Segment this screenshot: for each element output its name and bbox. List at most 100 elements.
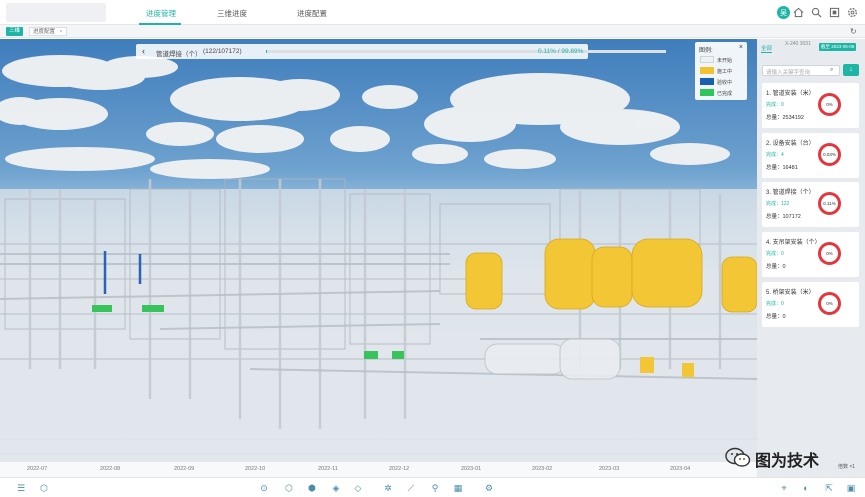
keyword-search-input[interactable]: 请输入关键字查询 bbox=[762, 65, 840, 76]
watermark-text: 图为技术 bbox=[755, 453, 820, 470]
timeline-month: 2022-08 bbox=[100, 466, 121, 472]
timeline-month: 2023-03 bbox=[599, 466, 620, 472]
cube-icon[interactable]: ⬡ bbox=[38, 482, 50, 494]
bottom-toolbar: ☰ ⬡ ⊙ ⬡ ⬢ ◈ ◇ ✲ ⟋ ⚲ ▦ ⚙ ⌖ ◐ ⇱ ▣ bbox=[0, 477, 865, 497]
palette-icon[interactable]: ◐ bbox=[800, 482, 812, 494]
location-icon[interactable]: ⌖ bbox=[778, 482, 790, 494]
tab-date-range[interactable]: X-240 3031 bbox=[785, 41, 811, 47]
legend-label: 验收中 bbox=[717, 80, 733, 86]
timeline-month: 2022-11 bbox=[318, 466, 338, 472]
card-total: 总量：0 bbox=[766, 264, 786, 270]
legend-panel: 图例: × 未开始 施工中 验收中 已完成 bbox=[695, 42, 747, 100]
card-title: 5. 桥架安装（米） bbox=[766, 290, 815, 296]
card-percent-ring: 0% bbox=[818, 242, 841, 265]
tab-all[interactable]: 全部 bbox=[761, 44, 773, 53]
date-badge[interactable]: 截至 2023-05-06 bbox=[819, 43, 857, 51]
settings-gear-icon[interactable] bbox=[846, 6, 859, 19]
card-total: 总量：0 bbox=[766, 314, 786, 320]
stat-card-pipe-install[interactable]: 1. 管道安装（米） 完成：0 总量：2534192 0% bbox=[762, 83, 859, 128]
model-cube-icon[interactable]: ⬡ bbox=[283, 482, 295, 494]
app-logo bbox=[6, 3, 106, 22]
nav-tab-progress-management[interactable]: 进度管理 bbox=[146, 8, 176, 19]
card-done: 完成：4 bbox=[766, 152, 784, 158]
card-done: 完成：0 bbox=[766, 102, 784, 108]
home-icon[interactable] bbox=[792, 6, 805, 19]
card-title: 1. 管道安装（米） bbox=[766, 91, 815, 97]
timeline-scrubber[interactable]: 2022-07 2022-08 2022-09 2022-10 2022-11 … bbox=[0, 462, 757, 477]
stat-card-pipe-welding[interactable]: 3. 管道焊接（个） 完成：122 总量：107172 0.11% bbox=[762, 182, 859, 227]
fullscreen-icon[interactable] bbox=[828, 6, 841, 19]
progress-count: (122/107172) bbox=[203, 48, 242, 55]
legend-close-icon[interactable]: × bbox=[739, 44, 743, 51]
progress-title: 管道焊接（个） bbox=[156, 51, 202, 58]
timeline-month: 2022-07 bbox=[27, 466, 48, 472]
card-percent-ring: 0% bbox=[818, 292, 841, 315]
3d-plant-model bbox=[0, 55, 757, 477]
card-total: 总量：107172 bbox=[766, 214, 801, 220]
legend-label: 未开始 bbox=[717, 58, 733, 64]
export-icon[interactable]: ⇱ bbox=[823, 482, 835, 494]
legend-swatch bbox=[700, 89, 714, 96]
page-tab-bar: 三维 进度配置 × ↻ bbox=[0, 25, 865, 38]
timeline-month: 2022-09 bbox=[174, 466, 195, 472]
section-box-icon[interactable]: ◈ bbox=[330, 482, 342, 494]
card-done: 完成：0 bbox=[766, 301, 784, 307]
layers-icon[interactable]: ☰ bbox=[15, 482, 27, 494]
nav-tab-progress-config[interactable]: 进度配置 bbox=[297, 8, 327, 19]
side-panel-tabs: 全部 X-240 3031 截至 2023-05-06 bbox=[757, 39, 865, 53]
settings-icon[interactable]: ⚙ bbox=[483, 482, 495, 494]
statistics-side-panel: 全部 X-240 3031 截至 2023-05-06 请输入关键字查询 ⌕ ↓… bbox=[757, 39, 865, 477]
timeline-month: 2023-04 bbox=[670, 466, 691, 472]
card-title: 4. 支吊架安装（个） bbox=[766, 240, 821, 246]
card-done: 完成：0 bbox=[766, 251, 784, 257]
card-title: 2. 设备安装（台） bbox=[766, 141, 815, 147]
back-chevron-icon[interactable]: ‹ bbox=[142, 46, 145, 56]
timeline-month: 2022-12 bbox=[389, 466, 410, 472]
timeline-month: 2022-10 bbox=[245, 466, 266, 472]
stat-card-tray-install[interactable]: 5. 桥架安装（米） 完成：0 总量：0 0% bbox=[762, 282, 859, 327]
nav-tab-3d-progress[interactable]: 三维进度 bbox=[217, 8, 247, 19]
card-percent-ring: 0.03% bbox=[818, 143, 841, 166]
legend-title: 图例: bbox=[699, 48, 713, 54]
legend-swatch bbox=[700, 78, 714, 85]
progress-percent: 0.11% / 99.89% bbox=[538, 48, 584, 55]
wechat-logo-icon bbox=[725, 447, 751, 467]
marker-icon[interactable]: ⚲ bbox=[429, 482, 441, 494]
stat-card-equipment-install[interactable]: 2. 设备安装（台） 完成：4 总量：16481 0.03% bbox=[762, 133, 859, 178]
legend-swatch bbox=[700, 56, 714, 63]
legend-swatch bbox=[700, 67, 714, 74]
view-home-icon[interactable]: ⊙ bbox=[258, 482, 270, 494]
grid-icon[interactable]: ▦ bbox=[452, 482, 464, 494]
card-percent-ring: 0% bbox=[818, 93, 841, 116]
progress-track bbox=[266, 50, 666, 53]
card-total: 总量：16481 bbox=[766, 165, 798, 171]
card-percent-ring: 0.11% bbox=[818, 192, 841, 215]
card-title: 3. 管道焊接（个） bbox=[766, 190, 815, 196]
close-icon[interactable]: × bbox=[60, 29, 63, 35]
view-mode-tag[interactable]: 三维 bbox=[6, 27, 24, 36]
card-done: 完成：122 bbox=[766, 201, 790, 207]
progress-fill bbox=[266, 50, 267, 53]
top-navigation-bar: 进度管理 三维进度 进度配置 吴 bbox=[0, 0, 865, 25]
explode-icon[interactable]: ✲ bbox=[382, 482, 394, 494]
refresh-icon[interactable]: ↻ bbox=[850, 27, 857, 36]
progress-bar-panel: ‹ 管道焊接（个） (122/107172) 0.11% / 99.89% bbox=[136, 44, 666, 59]
timeline-month: 2023-01 bbox=[461, 466, 482, 472]
card-total: 总量：2534192 bbox=[766, 115, 804, 121]
stat-card-support-install[interactable]: 4. 支吊架安装（个） 完成：0 总量：0 0% bbox=[762, 232, 859, 277]
camera-icon[interactable]: ▣ bbox=[845, 482, 857, 494]
download-button[interactable]: ↓ bbox=[843, 64, 859, 76]
user-avatar[interactable]: 吴 bbox=[777, 6, 790, 19]
walk-mode-icon[interactable]: ⬢ bbox=[306, 482, 318, 494]
playback-speed[interactable]: 倍数 ×1 bbox=[838, 463, 855, 470]
measure-icon[interactable]: ⟋ bbox=[405, 482, 417, 494]
open-page-tab-label: 进度配置 bbox=[33, 29, 56, 35]
legend-label: 施工中 bbox=[717, 69, 733, 75]
legend-label: 已完成 bbox=[717, 91, 733, 97]
search-icon[interactable]: ⌕ bbox=[830, 67, 833, 74]
3d-viewport[interactable] bbox=[0, 39, 757, 477]
search-icon[interactable] bbox=[810, 6, 823, 19]
open-page-tab[interactable]: 进度配置 × bbox=[29, 27, 67, 36]
isolate-icon[interactable]: ◇ bbox=[352, 482, 364, 494]
timeline-month: 2023-02 bbox=[532, 466, 553, 472]
